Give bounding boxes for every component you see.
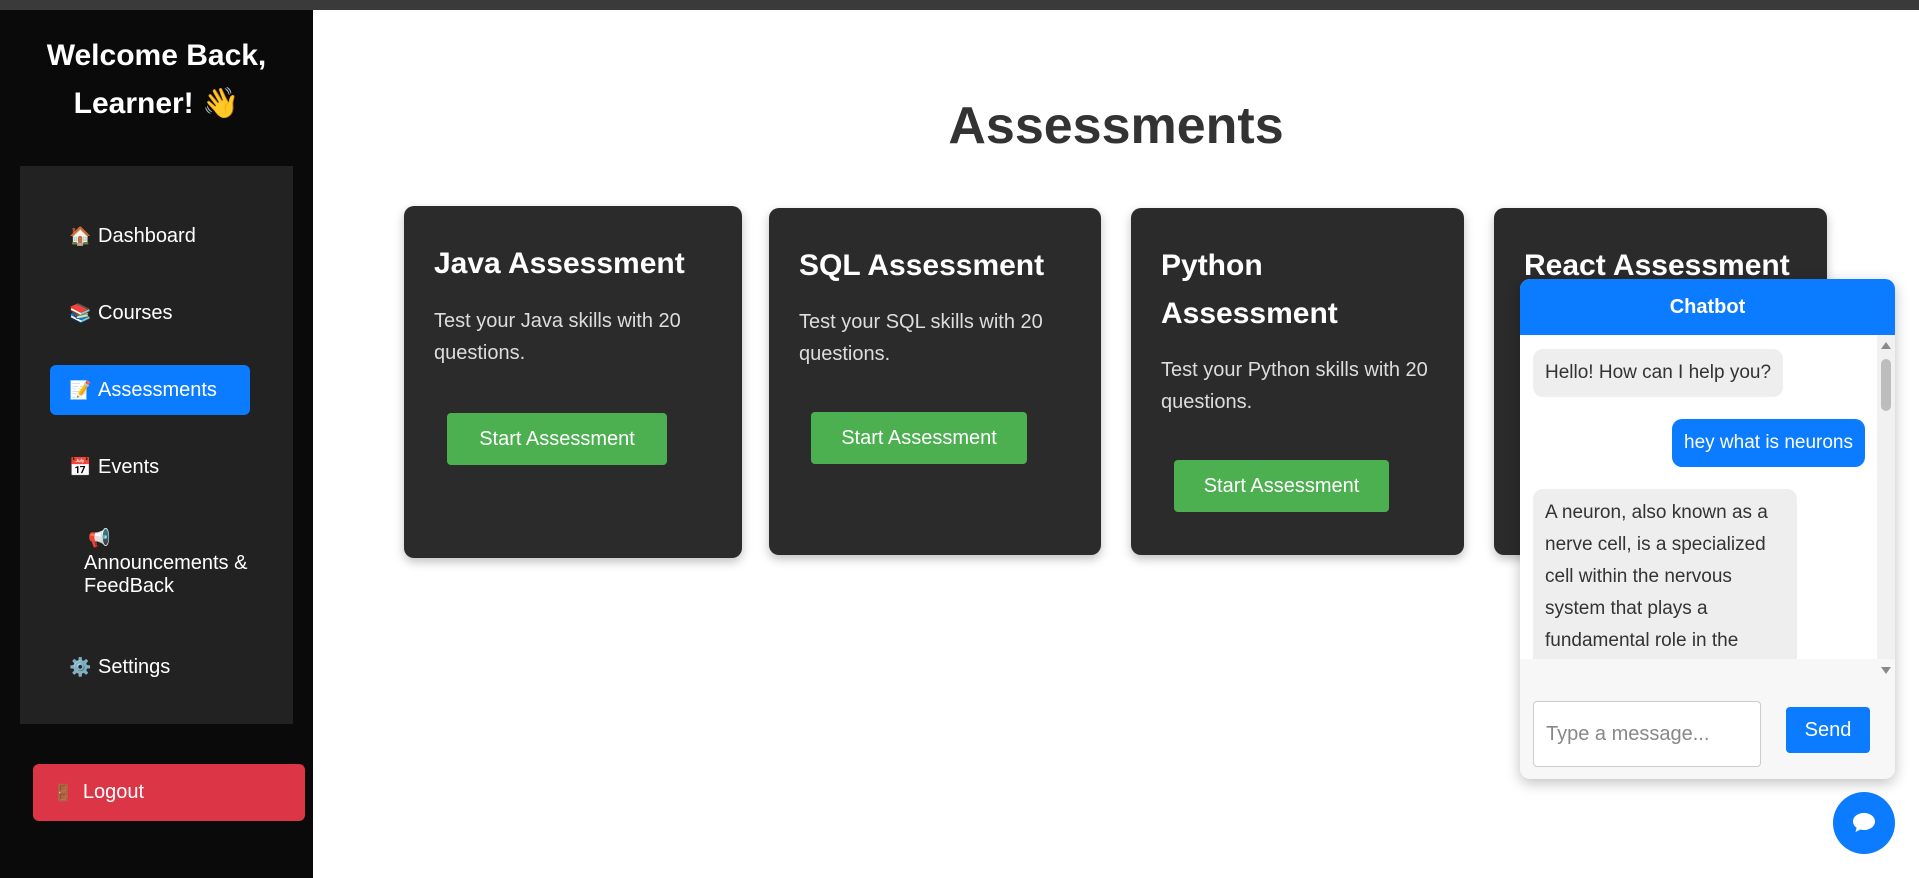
memo-icon: 📝 xyxy=(69,379,92,400)
sidebar-item-label: Settings xyxy=(98,655,171,678)
scrollbar-thumb[interactable] xyxy=(1881,359,1891,411)
sidebar-item-label: Courses xyxy=(98,301,173,324)
card-description: Test your Java skills with 20 questions. xyxy=(434,310,681,364)
sidebar-item-label: Announcements & FeedBack xyxy=(84,551,248,597)
chat-message-input[interactable] xyxy=(1533,701,1761,767)
chatbot-toggle-button[interactable] xyxy=(1833,792,1895,854)
logout-button[interactable]: 🚪 Logout xyxy=(33,764,305,821)
chatbot-panel: Chatbot Hello! How can I help you? hey w… xyxy=(1520,279,1895,779)
card-title: Python Assessment xyxy=(1161,249,1338,330)
sidebar-item-assessments[interactable]: 📝 Assessments xyxy=(50,365,250,415)
sidebar-item-events[interactable]: 📅 Events xyxy=(50,442,250,492)
send-button[interactable]: Send xyxy=(1786,707,1870,753)
scroll-down-arrow-icon[interactable] xyxy=(1881,667,1891,674)
browser-top-bar xyxy=(0,0,1919,10)
megaphone-icon: 📢 xyxy=(88,527,111,548)
sidebar-item-courses[interactable]: 📚 Courses xyxy=(50,288,250,338)
start-assessment-button[interactable]: Start Assessment xyxy=(447,413,667,465)
assessment-card-java: Java Assessment Test your Java skills wi… xyxy=(404,206,742,558)
chatbot-header: Chatbot xyxy=(1520,279,1895,335)
bot-message: A neuron, also known as a nerve cell, is… xyxy=(1533,489,1797,659)
sidebar-item-announcements[interactable]: 📢 Announcements & FeedBack xyxy=(84,525,274,599)
chat-messages[interactable]: Hello! How can I help you? hey what is n… xyxy=(1520,335,1895,659)
scroll-up-arrow-icon[interactable] xyxy=(1881,342,1891,349)
bot-message: Hello! How can I help you? xyxy=(1533,349,1784,397)
card-description: Test your SQL skills with 20 questions. xyxy=(799,311,1043,365)
sidebar-item-dashboard[interactable]: 🏠 Dashboard xyxy=(50,211,250,261)
books-icon: 📚 xyxy=(69,302,92,323)
card-description: Test your Python skills with 20 question… xyxy=(1161,359,1428,413)
calendar-icon: 📅 xyxy=(69,456,92,477)
chat-bubble-icon xyxy=(1853,813,1875,832)
welcome-line-1: Welcome Back, xyxy=(46,39,267,72)
user-message: hey what is neurons xyxy=(1672,419,1865,467)
logout-label: Logout xyxy=(82,781,145,803)
start-assessment-button[interactable]: Start Assessment xyxy=(811,412,1027,464)
card-title: Java Assessment xyxy=(434,247,685,280)
card-title: SQL Assessment xyxy=(799,249,1045,282)
assessment-card-sql: SQL Assessment Test your SQL skills with… xyxy=(769,208,1101,555)
welcome-line-2: Learner! 👋 xyxy=(73,87,240,120)
start-assessment-button[interactable]: Start Assessment xyxy=(1174,460,1389,512)
welcome-heading: Welcome Back, Learner! 👋 xyxy=(0,32,313,128)
sidebar-item-label: Dashboard xyxy=(98,224,196,247)
sidebar-item-label: Events xyxy=(98,455,160,478)
assessment-card-python: Python Assessment Test your Python skill… xyxy=(1131,208,1464,555)
page-title: Assessments xyxy=(948,97,1284,155)
sidebar: Welcome Back, Learner! 👋 🏠 Dashboard 📚 C… xyxy=(0,10,313,878)
door-icon: 🚪 xyxy=(53,784,73,802)
sidebar-item-settings[interactable]: ⚙️ Settings xyxy=(50,642,250,692)
home-icon: 🏠 xyxy=(69,225,92,246)
gear-icon: ⚙️ xyxy=(69,656,92,677)
sidebar-item-label: Assessments xyxy=(98,378,217,401)
